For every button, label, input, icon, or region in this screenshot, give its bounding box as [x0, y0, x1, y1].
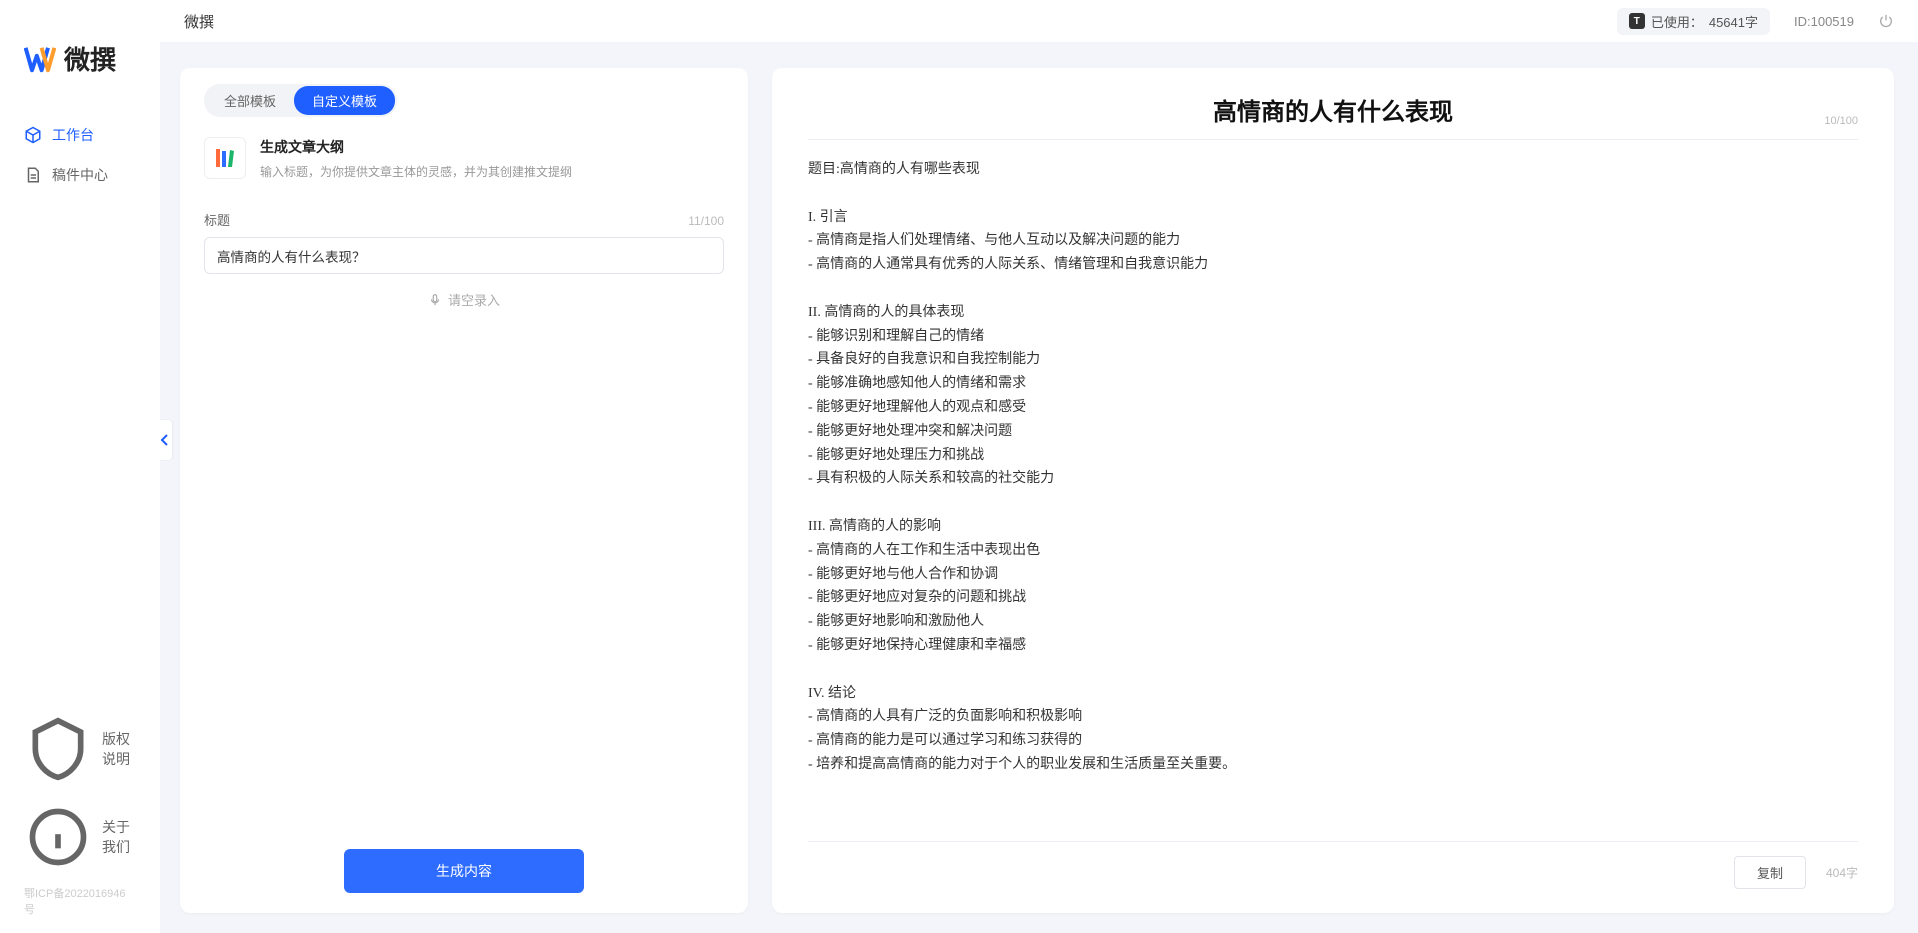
icp-text: 鄂ICP备2022016946号 [0, 881, 160, 925]
nav-copyright[interactable]: 版权说明 [0, 705, 160, 793]
config-panel: 全部模板 自定义模板 生成文章大纲 输入标题，为你提供文章主体的灵感，并为其创建… [180, 68, 748, 913]
page-title: 微撰 [184, 11, 214, 32]
doc-title-row: 高情商的人有什么表现 10/100 [808, 92, 1858, 140]
usage-prefix: 已使用： [1651, 12, 1703, 31]
mic-icon [428, 293, 442, 307]
nav-label: 工作台 [52, 125, 94, 145]
logo: 微撰 [0, 0, 160, 107]
copy-button[interactable]: 复制 [1734, 856, 1806, 889]
word-count: 404字 [1826, 864, 1858, 881]
template-name: 生成文章大纲 [260, 137, 572, 157]
doc-footer: 复制 404字 [808, 842, 1858, 889]
voice-hint: 请空录入 [448, 290, 500, 309]
doc-title[interactable]: 高情商的人有什么表现 [808, 92, 1858, 127]
template-tabs: 全部模板 自定义模板 [204, 84, 397, 117]
nav-about[interactable]: 关于我们 [0, 793, 160, 881]
topbar-right: T 已使用： 45641字 ID:100519 [1617, 8, 1894, 35]
shield-icon [24, 715, 92, 783]
books-icon [212, 145, 238, 171]
title-counter: 11/100 [688, 214, 724, 228]
power-icon[interactable] [1878, 13, 1894, 29]
nav-label: 稿件中心 [52, 165, 108, 185]
sidebar-footer: 版权说明 关于我们 鄂ICP备2022016946号 [0, 705, 160, 933]
voice-input-row[interactable]: 请空录入 [204, 274, 724, 325]
template-icon [204, 137, 246, 179]
sidebar: 微撰 工作台 稿件中心 版权说明 关于我们 鄂ICP备2022016946号 [0, 0, 160, 933]
topbar: 微撰 T 已使用： 45641字 ID:100519 [160, 0, 1918, 42]
user-id: ID:100519 [1794, 14, 1854, 29]
info-icon [24, 803, 92, 871]
tab-all-templates[interactable]: 全部模板 [206, 86, 294, 115]
nav-list: 工作台 稿件中心 [0, 107, 160, 705]
doc-title-counter: 10/100 [1824, 115, 1858, 127]
logo-icon [24, 43, 56, 75]
t-icon: T [1629, 13, 1645, 29]
logo-text: 微撰 [64, 40, 116, 77]
title-label: 标题 [204, 210, 230, 229]
cube-icon [24, 126, 42, 144]
content-area: 全部模板 自定义模板 生成文章大纲 输入标题，为你提供文章主体的灵感，并为其创建… [160, 42, 1918, 933]
document-icon [24, 166, 42, 184]
chevron-left-icon [160, 434, 170, 446]
main: 微撰 T 已使用： 45641字 ID:100519 全部模板 自定义模板 [160, 0, 1918, 933]
footer-label: 版权说明 [102, 729, 136, 769]
sidebar-collapse-handle[interactable] [158, 420, 172, 460]
usage-pill[interactable]: T 已使用： 45641字 [1617, 8, 1770, 35]
template-info: 生成文章大纲 输入标题，为你提供文章主体的灵感，并为其创建推文提纲 [260, 137, 572, 180]
doc-body[interactable]: 题目:高情商的人有哪些表现 I. 引言 - 高情商是指人们处理情绪、与他人互动以… [808, 158, 1858, 842]
tab-custom-templates[interactable]: 自定义模板 [294, 86, 395, 115]
footer-label: 关于我们 [102, 817, 136, 857]
usage-value: 45641字 [1709, 12, 1758, 31]
nav-workbench[interactable]: 工作台 [0, 115, 160, 155]
generate-button[interactable]: 生成内容 [344, 849, 584, 893]
title-label-row: 标题 11/100 [204, 210, 724, 229]
nav-drafts[interactable]: 稿件中心 [0, 155, 160, 195]
template-desc: 输入标题，为你提供文章主体的灵感，并为其创建推文提纲 [260, 163, 572, 180]
title-input[interactable] [204, 237, 724, 274]
template-card: 生成文章大纲 输入标题，为你提供文章主体的灵感，并为其创建推文提纲 [204, 133, 724, 198]
output-panel: 高情商的人有什么表现 10/100 题目:高情商的人有哪些表现 I. 引言 - … [772, 68, 1894, 913]
